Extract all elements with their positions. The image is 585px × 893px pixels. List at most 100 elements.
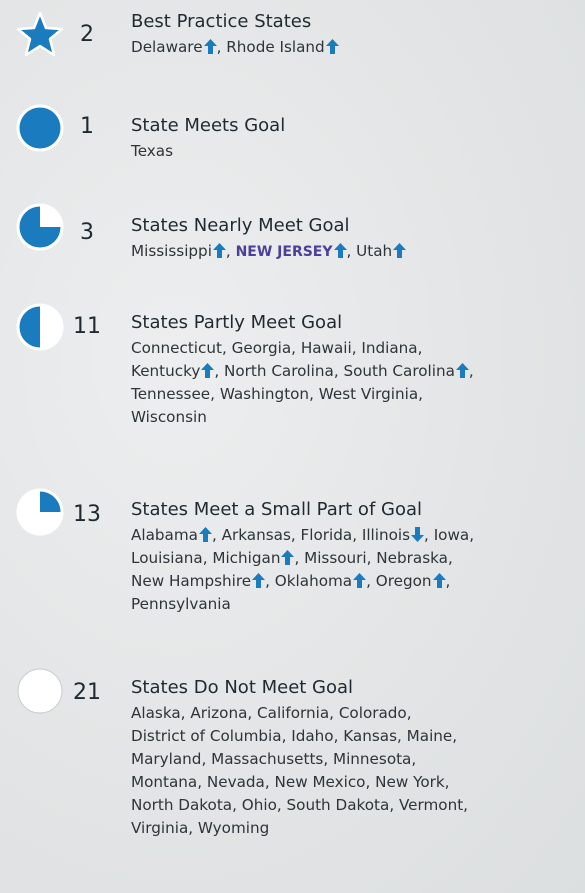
quarter-circle-icon xyxy=(15,487,65,537)
separator: , xyxy=(352,526,362,544)
up-arrow-icon xyxy=(203,39,217,54)
up-arrow-icon xyxy=(455,363,469,378)
up-arrow-icon xyxy=(325,39,339,54)
state-name: Arizona xyxy=(190,704,248,722)
up-arrow-icon xyxy=(353,573,367,588)
separator: , xyxy=(418,385,423,403)
up-arrow-icon xyxy=(432,573,446,588)
separator: , xyxy=(406,704,412,722)
state-name: Washington xyxy=(219,385,310,403)
state-name: Alaska xyxy=(131,704,181,722)
state-name: NEW JERSEY xyxy=(235,244,333,260)
state-name: Missouri xyxy=(304,549,367,567)
group-count: 13 xyxy=(73,502,101,527)
state-name: Montana xyxy=(131,773,198,791)
state-name: Maryland xyxy=(131,750,202,768)
state-list: Alaska, Arizona, California, Colorado, Di… xyxy=(131,702,581,840)
state-name: Rhode Island xyxy=(226,38,325,56)
state-name: Iowa xyxy=(433,526,470,544)
state-name: Nevada xyxy=(206,773,265,791)
state-name: Texas xyxy=(131,142,173,160)
group-title: State Meets Goal xyxy=(131,115,286,136)
separator: , xyxy=(201,750,212,768)
state-name: District of Columbia xyxy=(131,727,282,745)
separator: , xyxy=(333,727,344,745)
state-name: Nebraska xyxy=(376,549,448,567)
state-name: Mississippi xyxy=(131,242,212,260)
separator: , xyxy=(214,362,225,380)
separator: , xyxy=(366,572,376,590)
separator: , xyxy=(202,549,213,567)
three-quarter-circle-icon xyxy=(15,202,65,252)
separator: , xyxy=(211,526,222,544)
group-title: States Nearly Meet Goal xyxy=(131,215,350,236)
state-name: Oregon xyxy=(375,572,432,590)
separator: , xyxy=(424,526,434,544)
separator: , xyxy=(365,773,376,791)
star-icon xyxy=(15,10,65,60)
state-name: Wyoming xyxy=(197,819,270,837)
group-title: States Partly Meet Goal xyxy=(131,312,343,333)
state-name: Arkansas xyxy=(221,526,291,544)
up-arrow-icon xyxy=(212,243,226,258)
state-name: South Carolina xyxy=(343,362,455,380)
separator: , xyxy=(444,773,450,791)
separator: , xyxy=(265,572,275,590)
state-list: Texas xyxy=(131,140,581,163)
state-name: Minnesota xyxy=(332,750,412,768)
separator: , xyxy=(281,727,292,745)
state-list: Connecticut, Georgia, Hawaii, Indiana, Ke… xyxy=(131,337,581,429)
separator: , xyxy=(463,796,468,814)
separator: , xyxy=(323,750,333,768)
separator: , xyxy=(366,549,377,567)
separator: , xyxy=(197,773,207,791)
separator: , xyxy=(291,339,301,357)
state-name: New Mexico xyxy=(274,773,366,791)
half-circle-icon xyxy=(15,302,65,352)
down-arrow-icon xyxy=(411,527,425,542)
separator: , xyxy=(225,242,236,260)
group-title: States Meet a Small Part of Goal xyxy=(131,499,422,520)
state-name: Vermont xyxy=(398,796,464,814)
up-arrow-icon xyxy=(198,527,212,542)
separator: , xyxy=(294,549,305,567)
separator: , xyxy=(290,526,301,544)
separator: , xyxy=(469,526,475,544)
up-arrow-icon xyxy=(252,573,266,588)
state-name: South Dakota xyxy=(286,796,390,814)
state-name: Utah xyxy=(356,242,393,260)
separator: , xyxy=(329,704,339,722)
state-name: Alabama xyxy=(131,526,198,544)
separator: , xyxy=(417,339,423,357)
separator: , xyxy=(188,819,198,837)
state-name: Colorado xyxy=(338,704,407,722)
group-count: 1 xyxy=(80,114,94,139)
separator: , xyxy=(232,796,242,814)
state-name: Ohio xyxy=(241,796,277,814)
group-count: 3 xyxy=(80,220,94,245)
separator: , xyxy=(221,339,232,357)
empty-circle-icon xyxy=(15,666,65,716)
state-name: Kentucky xyxy=(131,362,201,380)
group-count: 2 xyxy=(80,22,94,47)
up-arrow-icon xyxy=(333,243,347,258)
state-name: West Virginia xyxy=(318,385,419,403)
state-name: Tennessee xyxy=(131,385,211,403)
separator: , xyxy=(447,549,453,567)
state-name: Wisconsin xyxy=(131,408,207,426)
state-name: Delaware xyxy=(131,38,203,56)
separator: , xyxy=(468,362,474,380)
state-name: Maine xyxy=(406,727,453,745)
group-count: 21 xyxy=(73,680,101,705)
state-list: Alabama, Arkansas, Florida, Illinois, Io… xyxy=(131,524,581,616)
state-name: Georgia xyxy=(231,339,292,357)
separator: , xyxy=(180,704,191,722)
state-name: North Carolina xyxy=(224,362,334,380)
state-name: Pennsylvania xyxy=(131,595,231,613)
state-name: Hawaii xyxy=(300,339,352,357)
state-name: North Dakota xyxy=(131,796,233,814)
state-name: Connecticut xyxy=(131,339,222,357)
separator: , xyxy=(216,38,227,56)
separator: , xyxy=(452,727,458,745)
up-arrow-icon xyxy=(281,550,295,565)
